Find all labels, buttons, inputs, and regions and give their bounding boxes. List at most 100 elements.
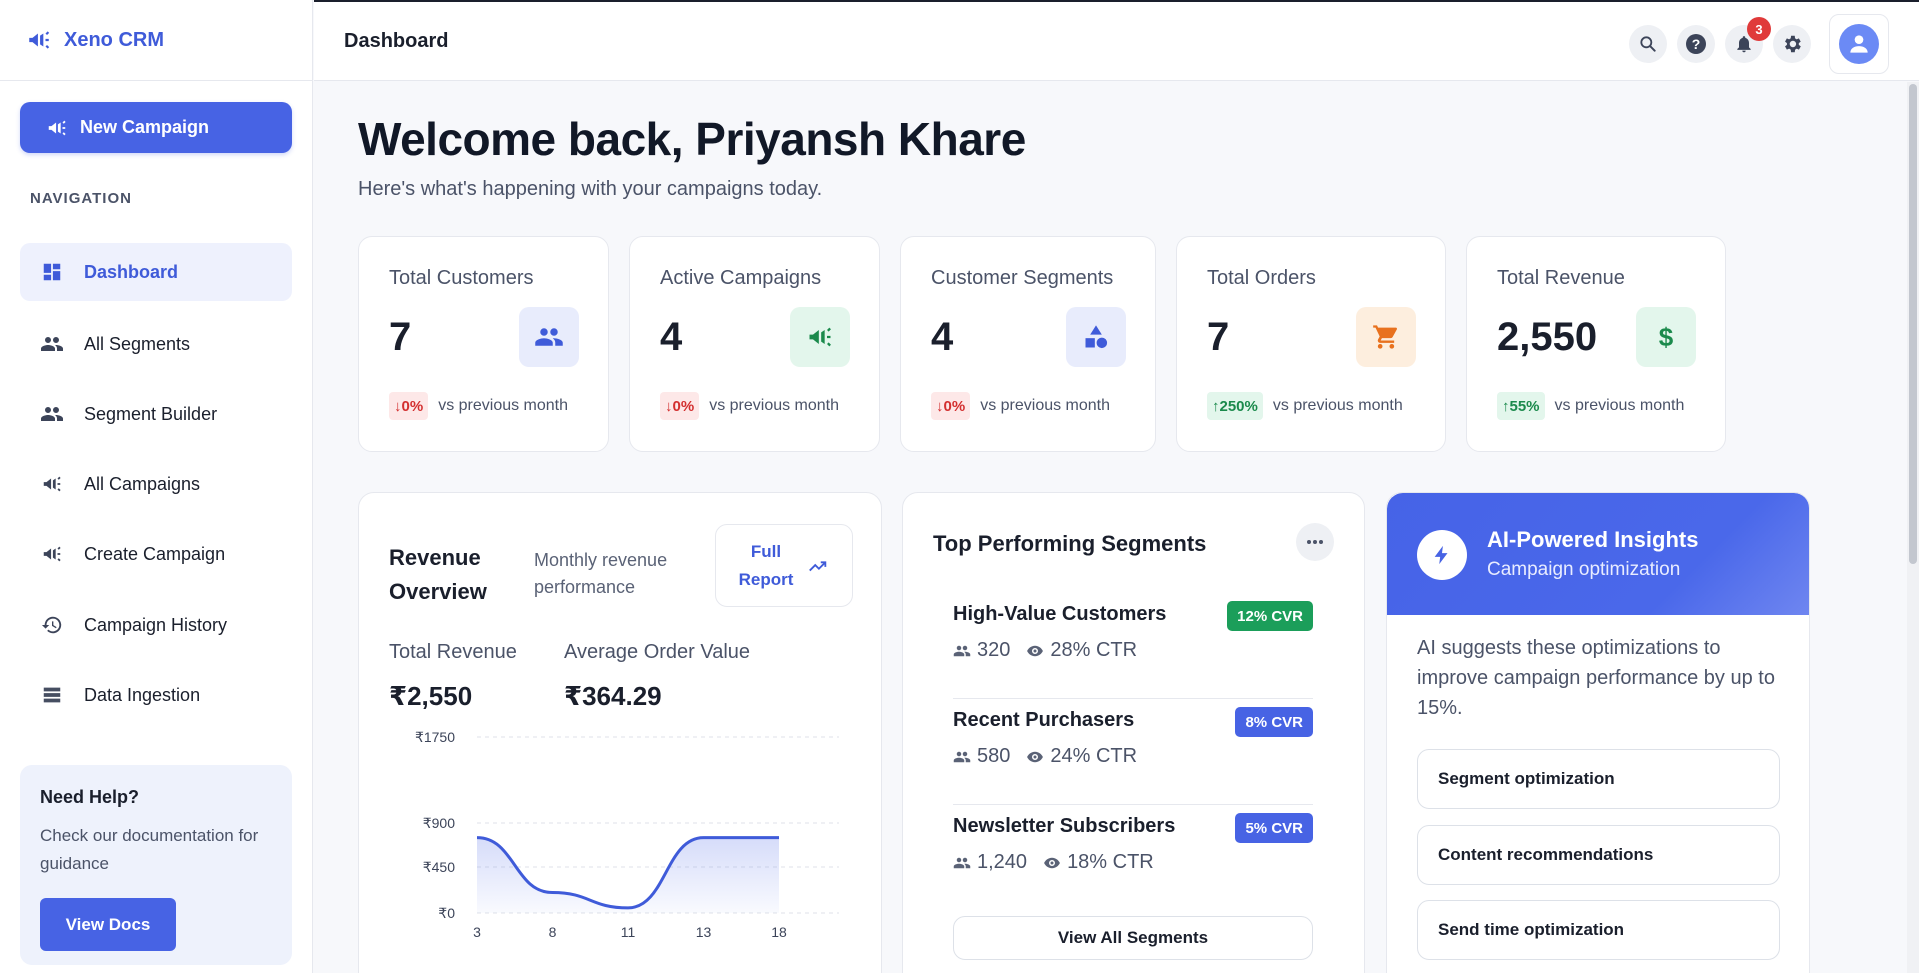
ai-insights-title: AI-Powered Insights xyxy=(1487,527,1699,552)
segment-row-newsletter[interactable]: Newsletter Subscribers 5% CVR 1,240 18% … xyxy=(953,805,1313,885)
sidebar-item-label: Data Ingestion xyxy=(84,684,201,705)
people-icon xyxy=(953,751,971,762)
view-docs-button[interactable]: View Docs xyxy=(40,898,176,951)
new-campaign-label: New Campaign xyxy=(80,117,210,137)
stat-trend: ↑ 250% vs previous month xyxy=(1207,392,1403,420)
eye-icon xyxy=(1027,751,1044,762)
sidebar-item-create-campaign[interactable]: Create Campaign xyxy=(20,525,292,583)
welcome-subtitle: Here's what's happening with your campai… xyxy=(358,178,823,200)
segment-row-high-value[interactable]: High-Value Customers 12% CVR 320 28% CTR xyxy=(953,593,1313,699)
segment-name: Recent Purchasers xyxy=(953,709,1135,731)
stat-compare: vs previous month xyxy=(438,397,569,414)
list-icon xyxy=(40,683,64,707)
sidebar-item-all-segments[interactable]: All Segments xyxy=(20,315,292,373)
arrow-down-icon: ↓ xyxy=(394,397,402,415)
arrow-up-icon: ↑ xyxy=(1212,397,1220,415)
avatar xyxy=(1839,24,1879,64)
stat-card-active-campaigns: Active Campaigns 4 ↓ 0% vs previous month xyxy=(629,236,880,452)
cvr-badge: 12% CVR xyxy=(1227,601,1313,631)
sidebar-item-label: Dashboard xyxy=(84,261,179,282)
stat-value: 4 xyxy=(931,315,954,359)
stat-label: Active Campaigns xyxy=(660,267,822,289)
top-actions: ? 3 xyxy=(1619,14,1889,74)
sidebar-item-campaign-history[interactable]: Campaign History xyxy=(20,596,292,654)
user-menu[interactable] xyxy=(1829,14,1889,74)
gear-icon xyxy=(1785,35,1801,53)
ai-insights-text: AI suggests these optimizations to impro… xyxy=(1417,637,1775,719)
cvr-badge: 8% CVR xyxy=(1235,707,1313,737)
view-all-segments-button[interactable]: View All Segments xyxy=(953,916,1313,960)
sidebar: Xeno CRM New Campaign NAVIGATION Dashboa… xyxy=(0,0,313,973)
sidebar-item-segment-builder[interactable]: Segment Builder xyxy=(20,385,292,443)
new-campaign-button[interactable]: New Campaign xyxy=(20,102,292,153)
stat-value: 7 xyxy=(389,315,412,359)
scrollbar-thumb[interactable] xyxy=(1909,84,1917,564)
revenue-title: Revenue Overview xyxy=(389,545,487,604)
lightning-icon xyxy=(1417,530,1467,580)
stat-card-total-customers: Total Customers 7 ↓ 0% vs previous month xyxy=(358,236,609,452)
people-icon xyxy=(953,645,971,656)
cvr-badge: 5% CVR xyxy=(1235,813,1313,843)
change-chip: ↓ 0% xyxy=(389,392,429,420)
total-revenue-label: Total Revenue xyxy=(389,641,517,663)
stat-compare: vs previous month xyxy=(980,397,1111,414)
y-tick-label: ₹0 xyxy=(438,905,455,921)
segment-users: 1,240 xyxy=(977,851,1028,873)
more-options-button[interactable] xyxy=(1296,523,1334,561)
segment-ctr: 18% CTR xyxy=(1067,851,1154,873)
sidebar-item-dashboard[interactable]: Dashboard xyxy=(20,243,292,301)
y-tick-label: ₹1750 xyxy=(415,729,455,745)
people-icon xyxy=(519,307,579,367)
x-tick-label: 3 xyxy=(473,924,481,940)
trending-up-icon xyxy=(809,560,827,571)
segment-meta: 1,240 18% CTR xyxy=(953,851,1154,874)
sidebar-item-data-ingestion[interactable]: Data Ingestion xyxy=(20,666,292,724)
megaphone-icon xyxy=(790,307,850,367)
change-chip: ↓ 0% xyxy=(931,392,971,420)
more-horizontal-icon xyxy=(1307,540,1323,544)
help-button[interactable]: ? xyxy=(1677,25,1715,63)
stat-label: Total Orders xyxy=(1207,267,1316,289)
ai-option-send-time[interactable]: Send time optimization xyxy=(1417,900,1780,960)
people-icon xyxy=(953,857,971,868)
y-tick-label: ₹900 xyxy=(423,815,455,831)
search-button[interactable] xyxy=(1629,25,1667,63)
stat-compare: vs previous month xyxy=(1554,397,1685,414)
search-icon xyxy=(1640,36,1656,52)
sidebar-item-label: Create Campaign xyxy=(84,543,226,564)
segment-ctr: 28% CTR xyxy=(1050,639,1138,661)
page-scrollbar[interactable] xyxy=(1907,82,1919,973)
notifications-button[interactable]: 3 xyxy=(1725,17,1771,63)
segment-users: 320 xyxy=(977,639,1011,661)
segment-meta: 580 24% CTR xyxy=(953,745,1137,768)
full-report-button[interactable]: Full Report xyxy=(715,524,853,607)
stat-label: Customer Segments xyxy=(931,267,1114,289)
settings-button[interactable] xyxy=(1773,25,1811,63)
ai-option-segment-optimization[interactable]: Segment optimization xyxy=(1417,749,1780,809)
change-chip: ↑ 250% xyxy=(1207,392,1263,420)
segment-row-recent-purchasers[interactable]: Recent Purchasers 8% CVR 580 24% CTR xyxy=(953,699,1313,805)
sidebar-item-all-campaigns[interactable]: All Campaigns xyxy=(20,455,292,513)
page-title: Dashboard xyxy=(344,29,449,52)
brand[interactable]: Xeno CRM xyxy=(0,0,312,81)
stat-card-total-revenue: Total Revenue 2,550 $ ↑ 55% vs previous m… xyxy=(1466,236,1726,452)
segment-users: 580 xyxy=(977,745,1011,767)
revenue-chart: ₹1750 ₹900 ₹450 ₹0 3 8 11 13 18 xyxy=(415,729,839,940)
ai-option-content-recommendations[interactable]: Content recommendations xyxy=(1417,825,1780,885)
segment-ctr: 24% CTR xyxy=(1050,745,1138,767)
arrow-down-icon: ↓ xyxy=(665,397,673,415)
revenue-subtitle: Monthly revenue performance xyxy=(534,550,668,597)
segment-meta: 320 28% CTR xyxy=(953,639,1137,662)
stat-card-customer-segments: Customer Segments 4 ↓ 0% vs previous mont… xyxy=(900,236,1156,452)
shapes-icon xyxy=(1066,307,1126,367)
ai-insights-card: AI-Powered Insights Campaign optimizatio… xyxy=(1386,492,1810,973)
y-tick-label: ₹450 xyxy=(423,859,455,875)
megaphone-icon xyxy=(40,542,64,566)
brand-name: Xeno CRM xyxy=(64,28,164,51)
aov-label: Average Order Value xyxy=(564,641,751,663)
sidebar-item-label: All Campaigns xyxy=(84,473,201,494)
help-title: Need Help? xyxy=(40,787,140,807)
segment-name: High-Value Customers xyxy=(953,603,1167,625)
aov-value: ₹364.29 xyxy=(564,681,662,711)
people-icon xyxy=(40,402,64,426)
